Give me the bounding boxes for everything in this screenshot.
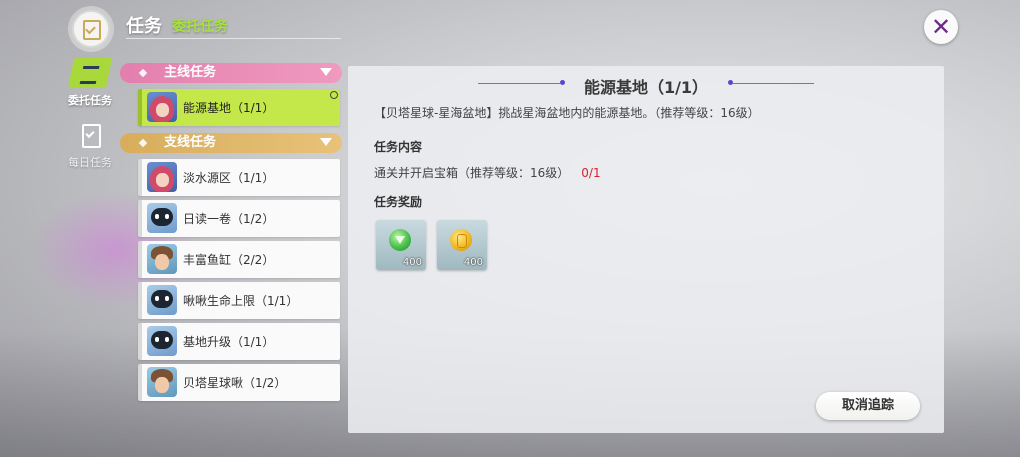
quest-name: 日读一卷（1/2）	[183, 212, 275, 226]
close-button[interactable]: ✕	[924, 10, 958, 44]
reward-heading: 任务奖励	[374, 195, 423, 209]
quest-book-icon	[72, 10, 110, 48]
quest-name: 啾啾生命上限（1/1）	[183, 294, 299, 308]
quest-name: 基地升级（1/1）	[183, 335, 275, 349]
quest-item[interactable]: 淡水源区（1/1）	[138, 159, 340, 196]
section-side-quests[interactable]: 支线任务	[120, 133, 342, 153]
quest-detail-panel: 能源基地（1/1） 【贝塔星球-星海盆地】挑战星海盆地内的能源基地。（推荐等级：…	[348, 66, 944, 433]
quest-item[interactable]: 贝塔星球啾（1/2）	[138, 364, 340, 401]
tracking-pin-icon	[330, 91, 338, 99]
close-icon: ✕	[930, 13, 952, 41]
robot-avatar	[147, 285, 177, 315]
quest-item[interactable]: 丰富鱼缸（2/2）	[138, 241, 340, 278]
quest-item[interactable]: 日读一卷（1/2）	[138, 200, 340, 237]
quest-item[interactable]: 啾啾生命上限（1/1）	[138, 282, 340, 319]
reward-quantity: 400	[463, 257, 483, 268]
diamond-icon	[138, 138, 148, 148]
reward-item[interactable]: 400	[376, 220, 426, 270]
commission-icon	[67, 58, 113, 88]
header-divider	[126, 38, 341, 39]
boy-avatar	[147, 367, 177, 397]
green-gem-icon	[389, 229, 411, 251]
girl-avatar	[147, 162, 177, 192]
section-main-label: 主线任务	[164, 65, 217, 80]
tab-daily[interactable]: 每日任务	[58, 120, 122, 170]
section-side-label: 支线任务	[164, 135, 217, 150]
page-subtitle: 委托任务	[172, 19, 228, 35]
quest-description: 【贝塔星球-星海盆地】挑战星海盆地内的能源基地。（推荐等级：16级）	[374, 106, 760, 120]
content-heading: 任务内容	[374, 140, 423, 154]
clipboard-check-icon	[71, 120, 109, 150]
chevron-down-icon	[320, 68, 332, 76]
girl-avatar	[147, 92, 177, 122]
tab-commission[interactable]: 委托任务	[58, 58, 122, 108]
robot-avatar	[147, 326, 177, 356]
objective-progress: 0/1	[581, 166, 601, 180]
quest-name: 贝塔星球啾（1/2）	[183, 376, 287, 390]
chevron-down-icon	[320, 138, 332, 146]
quest-item-energy-base[interactable]: 能源基地（1/1）	[138, 89, 340, 126]
boy-avatar	[147, 244, 177, 274]
quest-detail-title: 能源基地（1/1）	[583, 78, 709, 97]
quest-name: 能源基地（1/1）	[183, 101, 275, 115]
diamond-icon	[138, 68, 148, 78]
quest-name: 丰富鱼缸（2/2）	[183, 253, 275, 267]
robot-avatar	[147, 203, 177, 233]
objective-text: 通关并开启宝箱（推荐等级：16级）	[374, 166, 570, 180]
quest-name: 淡水源区（1/1）	[183, 171, 275, 185]
section-main-quests[interactable]: 主线任务	[120, 63, 342, 83]
quest-objective: 通关并开启宝箱（推荐等级：16级） 0/1	[374, 164, 601, 181]
tab-commission-label: 委托任务	[68, 94, 112, 107]
quest-item[interactable]: 基地升级（1/1）	[138, 323, 340, 360]
untrack-button[interactable]: 取消追踪	[816, 392, 920, 420]
page-title: 任务	[126, 16, 162, 37]
title-rule	[732, 83, 814, 84]
reward-quantity: 400	[402, 257, 422, 268]
reward-item[interactable]: 400	[437, 220, 487, 270]
tab-daily-label: 每日任务	[68, 156, 112, 169]
gold-coin-icon	[450, 229, 472, 251]
